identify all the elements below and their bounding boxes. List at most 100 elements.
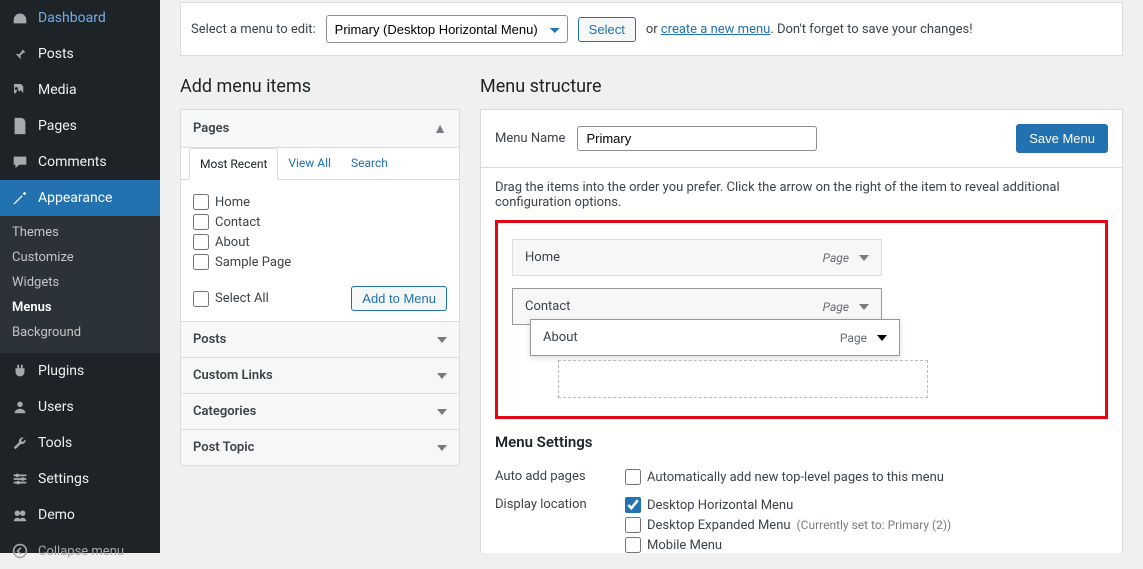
sidebar-label: Demo xyxy=(38,507,75,523)
menu-item-type: Page xyxy=(823,251,849,265)
checkbox[interactable] xyxy=(193,254,209,270)
add-to-menu-button[interactable]: Add to Menu xyxy=(351,286,447,311)
menu-name-input[interactable] xyxy=(577,126,817,151)
checkbox[interactable] xyxy=(625,497,641,513)
select-all[interactable]: Select All xyxy=(193,289,269,309)
checkbox[interactable] xyxy=(625,537,641,553)
page-label: Home xyxy=(215,195,250,210)
page-check-home[interactable]: Home xyxy=(193,192,447,212)
menu-item-label: Contact xyxy=(525,299,570,314)
sidebar-item-posts[interactable]: Posts xyxy=(0,36,160,72)
sidebar-item-pages[interactable]: Pages xyxy=(0,108,160,144)
sidebar-label: Media xyxy=(38,82,77,98)
create-menu-link[interactable]: create a new menu xyxy=(661,22,770,37)
drag-hint: Drag the items into the order you prefer… xyxy=(481,168,1122,220)
menu-item-type: Page xyxy=(840,331,867,345)
menu-item-label: Home xyxy=(525,250,560,265)
chevron-down-icon[interactable] xyxy=(859,304,869,310)
loc-mobile[interactable]: Mobile Menu xyxy=(625,535,1108,553)
option-label: Mobile Menu xyxy=(647,538,722,553)
checkbox[interactable] xyxy=(193,234,209,250)
pages-panel: Most Recent View All Search Home Contact… xyxy=(180,148,460,322)
option-label: Desktop Expanded Menu xyxy=(647,518,791,533)
sidebar-item-settings[interactable]: Settings xyxy=(0,461,160,497)
submenu-themes[interactable]: Themes xyxy=(0,220,160,245)
menu-item-about-dragging[interactable]: About Page xyxy=(530,319,900,356)
accordion-title: Categories xyxy=(193,404,256,419)
menu-select[interactable]: Primary (Desktop Horizontal Menu) xyxy=(326,15,568,43)
drop-placeholder xyxy=(558,360,928,398)
select-all-label: Select All xyxy=(215,291,269,306)
submenu-background[interactable]: Background xyxy=(0,320,160,345)
checkbox[interactable] xyxy=(193,194,209,210)
or-text: or xyxy=(646,22,658,37)
sidebar-label: Posts xyxy=(38,46,74,62)
highlighted-items: Home Page Contact Page About Page xyxy=(495,220,1108,419)
sidebar-item-tools[interactable]: Tools xyxy=(0,425,160,461)
accordion-pages[interactable]: Pages▲ xyxy=(180,109,460,148)
tab-most-recent[interactable]: Most Recent xyxy=(189,148,278,180)
tools-icon xyxy=(10,433,30,453)
select-button[interactable]: Select xyxy=(578,17,636,42)
chevron-down-icon xyxy=(437,445,447,451)
chevron-down-icon xyxy=(437,337,447,343)
auto-add-option[interactable]: Automatically add new top-level pages to… xyxy=(625,467,1108,487)
option-label: Desktop Horizontal Menu xyxy=(647,498,793,513)
loc-desktop-expanded[interactable]: Desktop Expanded Menu (Currently set to:… xyxy=(625,515,1108,535)
accordion-title: Posts xyxy=(193,332,226,347)
accordion-custom-links[interactable]: Custom Links xyxy=(180,358,460,394)
checkbox[interactable] xyxy=(193,214,209,230)
chevron-down-icon[interactable] xyxy=(877,335,887,341)
sidebar-label: Tools xyxy=(38,435,72,451)
submenu-customize[interactable]: Customize xyxy=(0,245,160,270)
editbar-tail: or create a new menu. Don't forget to sa… xyxy=(646,22,973,37)
pages-tabs: Most Recent View All Search xyxy=(181,148,459,180)
comments-icon xyxy=(10,152,30,172)
sidebar-label: Pages xyxy=(38,118,77,134)
accordion-posts[interactable]: Posts xyxy=(180,322,460,358)
option-label: Automatically add new top-level pages to… xyxy=(647,470,944,485)
loc-desktop-horizontal[interactable]: Desktop Horizontal Menu xyxy=(625,495,1108,515)
page-check-contact[interactable]: Contact xyxy=(193,212,447,232)
accordion-post-topic[interactable]: Post Topic xyxy=(180,430,460,466)
tail-text: . Don't forget to save your changes! xyxy=(770,22,972,37)
page-label: About xyxy=(215,235,250,250)
sidebar-label: Users xyxy=(38,399,74,415)
accordion-title: Custom Links xyxy=(193,368,273,383)
sidebar-item-demo[interactable]: Demo xyxy=(0,497,160,533)
save-menu-button[interactable]: Save Menu xyxy=(1016,124,1108,153)
page-check-about[interactable]: About xyxy=(193,232,447,252)
plugins-icon xyxy=(10,361,30,381)
menu-item-label: About xyxy=(543,330,578,345)
edit-menu-bar: Select a menu to edit: Primary (Desktop … xyxy=(180,2,1123,56)
sidebar-item-comments[interactable]: Comments xyxy=(0,144,160,180)
sidebar-label: Settings xyxy=(38,471,89,487)
sidebar-item-plugins[interactable]: Plugins xyxy=(0,353,160,389)
main-content: Select a menu to edit: Primary (Desktop … xyxy=(160,0,1143,553)
tab-search[interactable]: Search xyxy=(341,148,398,179)
collapse-menu[interactable]: Collapse menu xyxy=(0,533,160,569)
page-check-sample[interactable]: Sample Page xyxy=(193,252,447,272)
menu-item-type: Page xyxy=(823,300,849,314)
media-icon xyxy=(10,80,30,100)
page-label: Sample Page xyxy=(215,255,291,270)
display-location-label: Display location xyxy=(495,495,625,512)
accordion-title: Post Topic xyxy=(193,440,254,455)
pin-icon xyxy=(10,44,30,64)
tab-view-all[interactable]: View All xyxy=(278,148,341,179)
sidebar-item-users[interactable]: Users xyxy=(0,389,160,425)
sidebar-item-media[interactable]: Media xyxy=(0,72,160,108)
checkbox[interactable] xyxy=(193,291,209,307)
sidebar-item-dashboard[interactable]: Dashboard xyxy=(0,0,160,36)
accordion-categories[interactable]: Categories xyxy=(180,394,460,430)
chevron-down-icon[interactable] xyxy=(859,255,869,261)
collapse-icon xyxy=(10,541,30,561)
checkbox[interactable] xyxy=(625,517,641,533)
structure-box: Menu Name Save Menu Drag the items into … xyxy=(480,109,1123,553)
submenu-menus[interactable]: Menus xyxy=(0,295,160,320)
checkbox[interactable] xyxy=(625,469,641,485)
menu-item-home[interactable]: Home Page xyxy=(512,239,882,276)
chevron-up-icon: ▲ xyxy=(433,120,447,137)
submenu-widgets[interactable]: Widgets xyxy=(0,270,160,295)
sidebar-item-appearance[interactable]: Appearance xyxy=(0,180,160,216)
